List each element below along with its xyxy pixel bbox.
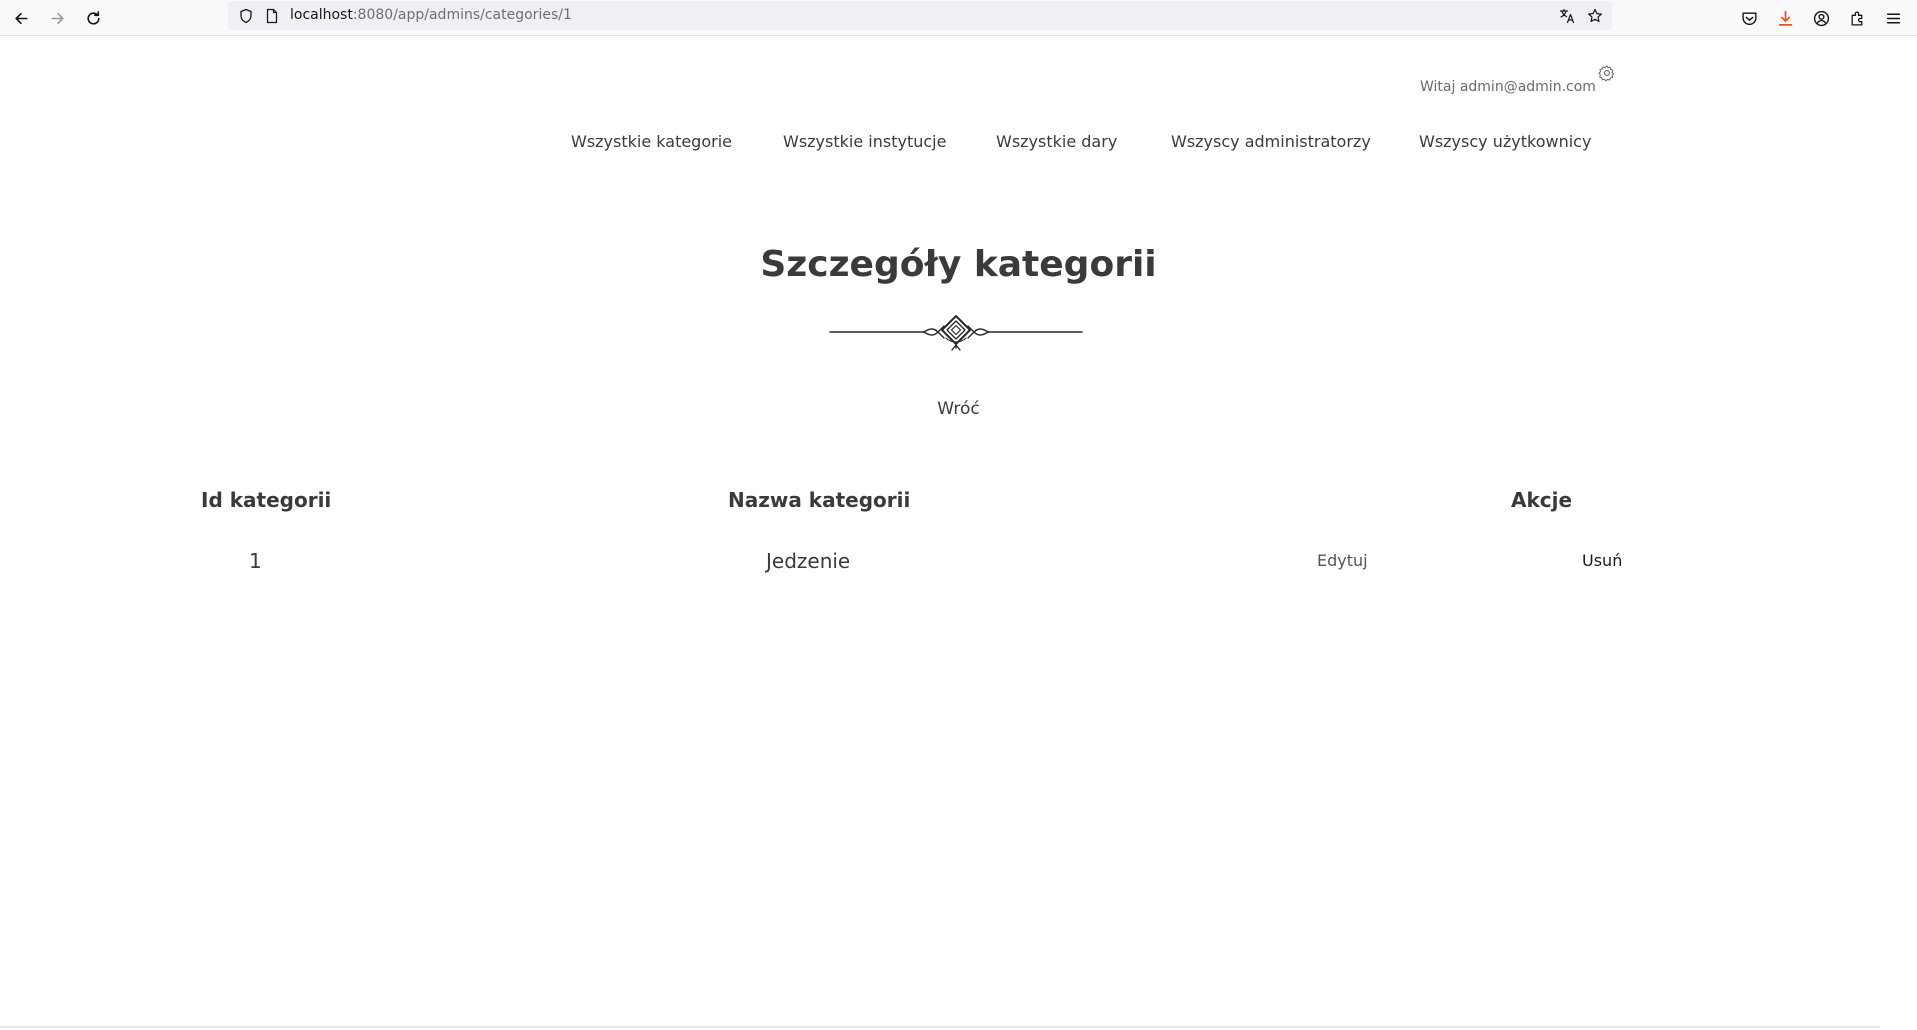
nav-all-categories[interactable]: Wszystkie kategorie	[571, 132, 732, 151]
arrow-left-icon[interactable]	[7, 4, 35, 32]
browser-toolbar: localhost:8080/app/admins/categories/1	[0, 0, 1917, 36]
reload-icon[interactable]	[79, 4, 107, 32]
translate-icon[interactable]	[1557, 6, 1577, 26]
table-header-name: Nazwa kategorii	[728, 488, 911, 512]
pocket-icon[interactable]	[1735, 4, 1763, 32]
delete-link[interactable]: Usuń	[1582, 551, 1622, 570]
url-text[interactable]: localhost:8080/app/admins/categories/1	[290, 7, 572, 23]
back-link[interactable]: Wróć	[937, 399, 979, 419]
category-id-cell: 1	[249, 549, 262, 573]
bottom-divider	[0, 1026, 1880, 1028]
edit-link[interactable]: Edytuj	[1317, 551, 1368, 570]
table-header-id: Id kategorii	[201, 488, 332, 512]
category-name-cell: Jedzenie	[766, 549, 851, 573]
nav-all-donations[interactable]: Wszystkie dary	[996, 132, 1117, 151]
greeting-text: Witaj admin@admin.com	[1420, 79, 1596, 95]
back-link-container: Wróć	[0, 399, 1917, 419]
nav-all-admins[interactable]: Wszyscy administratorzy	[1171, 132, 1371, 151]
nav-all-users[interactable]: Wszyscy użytkownicy	[1419, 132, 1591, 151]
shield-icon[interactable]	[236, 6, 256, 26]
url-host: localhost	[290, 7, 353, 23]
decorative-divider-icon	[826, 310, 1086, 358]
hamburger-menu-icon[interactable]	[1879, 4, 1907, 32]
gear-icon[interactable]	[1598, 64, 1616, 82]
page-icon[interactable]	[262, 6, 282, 26]
table-header-actions: Akcje	[1511, 488, 1573, 512]
star-icon[interactable]	[1585, 6, 1605, 26]
main-nav: Wszystkie kategorie Wszystkie instytucje…	[0, 132, 1917, 156]
download-icon[interactable]	[1771, 4, 1799, 32]
url-bar[interactable]: localhost:8080/app/admins/categories/1	[228, 1, 1612, 30]
account-icon[interactable]	[1807, 4, 1835, 32]
url-path: :8080/app/admins/categories/1	[352, 7, 572, 23]
arrow-right-icon[interactable]	[43, 4, 71, 32]
extensions-icon[interactable]	[1843, 4, 1871, 32]
nav-all-institutions[interactable]: Wszystkie instytucje	[783, 132, 946, 151]
page-title: Szczegóły kategorii	[760, 244, 1157, 285]
